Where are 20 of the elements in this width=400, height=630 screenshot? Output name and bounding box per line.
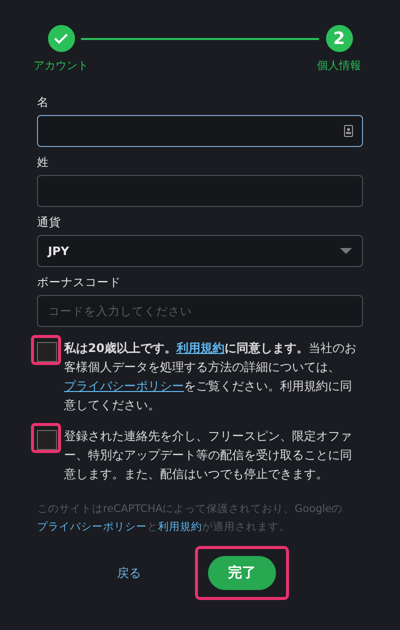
dropdown-caret-icon — [340, 248, 352, 254]
checkbox[interactable] — [37, 342, 57, 362]
field-label: ボーナスコード — [37, 275, 122, 290]
field-label: 名 — [37, 95, 50, 110]
field-label: 姓 — [37, 155, 50, 170]
input-field[interactable] — [37, 115, 363, 147]
consent-text: 登録された連絡先を介し、フリースピン、限定オファー、特別なアップデート等の配信を受け取ることに同意します。また、配信はいつでも停止できます。 — [64, 428, 353, 483]
currency-select[interactable]: JPY — [37, 235, 363, 267]
link[interactable]: 利用規約 — [158, 521, 202, 533]
link[interactable]: プライバシーポリシー — [37, 521, 147, 533]
back-button[interactable]: 戻る — [111, 564, 147, 582]
input-field[interactable] — [37, 175, 363, 207]
step-label: 個人情報 — [317, 58, 361, 73]
field-label: 通貨 — [37, 215, 62, 230]
link[interactable]: プライバシーポリシー — [64, 379, 184, 393]
step-label: アカウント — [34, 58, 88, 73]
step-number: 2 — [326, 25, 352, 52]
checkbox[interactable] — [37, 430, 57, 450]
input-field[interactable]: コードを入力してください — [37, 295, 363, 327]
recaptcha-note: このサイトはreCAPTCHAによって保護されており、Googleの プライバシーポリシー と 利用規約が適用されます。 — [37, 502, 344, 535]
